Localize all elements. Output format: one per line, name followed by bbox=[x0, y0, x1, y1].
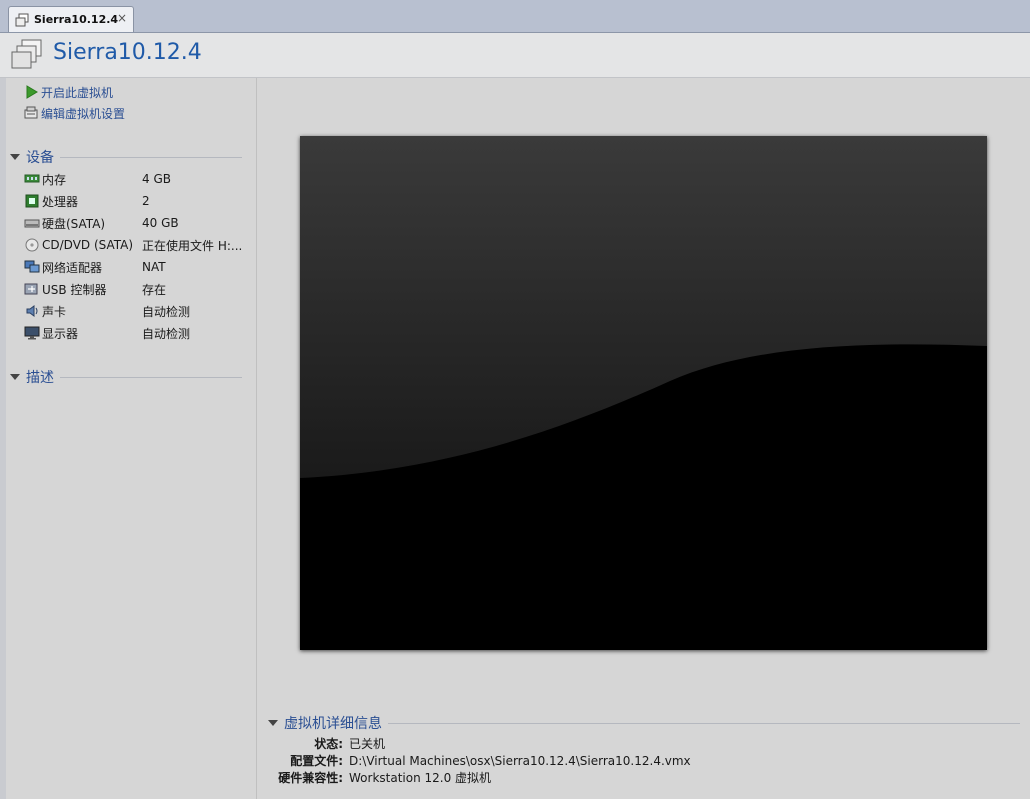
power-on-label: 开启此虚拟机 bbox=[41, 85, 114, 100]
device-name: 处理器 bbox=[42, 194, 79, 209]
cpu-icon bbox=[25, 194, 39, 208]
device-row-usb[interactable]: USB 控制器 存在 bbox=[24, 279, 246, 299]
device-value: 自动检测 bbox=[142, 304, 191, 319]
vm-screen-preview[interactable] bbox=[300, 136, 987, 650]
disk-icon bbox=[24, 219, 40, 228]
device-value: 自动检测 bbox=[142, 326, 191, 341]
device-value: 2 bbox=[142, 194, 150, 208]
detail-row-config: 配置文件: D:\Virtual Machines\osx\Sierra10.1… bbox=[273, 752, 691, 769]
usb-icon bbox=[24, 283, 38, 295]
tab-strip: Sierra10.12.4 × bbox=[0, 0, 1030, 33]
detail-value: D:\Virtual Machines\osx\Sierra10.12.4\Si… bbox=[349, 753, 691, 768]
description-title: 描述 bbox=[26, 370, 54, 386]
device-row-memory[interactable]: 内存 4 GB bbox=[24, 169, 246, 189]
tab-label: Sierra10.12.4 bbox=[34, 13, 119, 26]
cd-icon bbox=[25, 238, 39, 252]
edit-settings-link[interactable]: 编辑虚拟机设置 bbox=[24, 104, 125, 122]
vm-tab-icon bbox=[15, 13, 29, 26]
device-name: 网络适配器 bbox=[42, 260, 103, 275]
detail-key: 硬件兼容性: bbox=[278, 771, 343, 785]
screen-wave-graphic bbox=[300, 136, 987, 650]
detail-value: Workstation 12.0 虚拟机 bbox=[349, 771, 492, 785]
monitor-icon bbox=[24, 326, 40, 340]
device-row-disk[interactable]: 硬盘(SATA) 40 GB bbox=[24, 213, 246, 233]
device-name: 硬盘(SATA) bbox=[42, 216, 106, 231]
device-row-monitor[interactable]: 显示器 自动检测 bbox=[24, 323, 246, 343]
collapse-icon bbox=[10, 374, 20, 380]
device-name: 内存 bbox=[42, 172, 67, 187]
tab-sierra[interactable]: Sierra10.12.4 × bbox=[8, 6, 134, 32]
device-row-sound[interactable]: 声卡 自动检测 bbox=[24, 301, 246, 321]
device-name: 声卡 bbox=[42, 304, 67, 319]
detail-key: 状态: bbox=[314, 737, 343, 751]
detail-key: 配置文件: bbox=[290, 754, 343, 768]
device-name: USB 控制器 bbox=[42, 282, 107, 297]
divider bbox=[388, 722, 1020, 724]
edit-settings-label: 编辑虚拟机设置 bbox=[41, 106, 126, 121]
details-section-header[interactable]: 虚拟机详细信息 bbox=[268, 714, 1020, 732]
collapse-icon bbox=[10, 154, 20, 160]
divider bbox=[60, 156, 242, 158]
collapse-icon bbox=[268, 720, 278, 726]
sound-icon bbox=[26, 305, 38, 317]
network-icon bbox=[24, 260, 40, 273]
detail-row-status: 状态: 已关机 bbox=[273, 735, 385, 752]
play-icon bbox=[26, 85, 38, 99]
device-value: 4 GB bbox=[142, 172, 171, 186]
close-icon[interactable]: × bbox=[117, 11, 127, 25]
description-section-header[interactable]: 描述 bbox=[10, 368, 242, 386]
vm-icon bbox=[11, 39, 42, 69]
device-value: 存在 bbox=[142, 282, 167, 297]
memory-icon bbox=[24, 174, 40, 183]
device-row-network[interactable]: 网络适配器 NAT bbox=[24, 257, 246, 277]
detail-row-compat: 硬件兼容性: Workstation 12.0 虚拟机 bbox=[273, 769, 491, 786]
settings-icon bbox=[24, 106, 38, 119]
device-value: 40 GB bbox=[142, 216, 179, 230]
power-on-link[interactable]: 开启此虚拟机 bbox=[24, 83, 113, 101]
vm-header: Sierra10.12.4 bbox=[0, 33, 1030, 78]
details-title: 虚拟机详细信息 bbox=[284, 716, 382, 732]
detail-value: 已关机 bbox=[349, 737, 386, 751]
page-title: Sierra10.12.4 bbox=[53, 40, 202, 65]
devices-title: 设备 bbox=[26, 150, 54, 166]
device-row-cpu[interactable]: 处理器 2 bbox=[24, 191, 246, 211]
devices-section-header[interactable]: 设备 bbox=[10, 148, 242, 166]
device-row-cd[interactable]: CD/DVD (SATA) 正在使用文件 H:... bbox=[24, 235, 246, 255]
device-value: 正在使用文件 H:... bbox=[142, 238, 243, 253]
device-name: CD/DVD (SATA) bbox=[42, 238, 134, 252]
divider bbox=[60, 376, 242, 378]
device-value: NAT bbox=[142, 260, 166, 274]
device-name: 显示器 bbox=[42, 326, 79, 341]
